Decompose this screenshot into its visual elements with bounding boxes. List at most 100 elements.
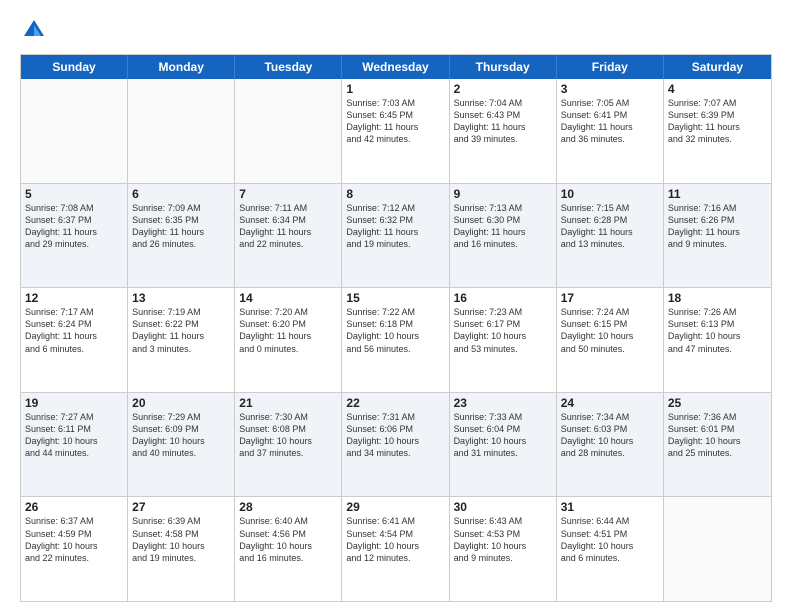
day-cell-14: 14Sunrise: 7:20 AM Sunset: 6:20 PM Dayli… xyxy=(235,288,342,392)
day-info: Sunrise: 7:36 AM Sunset: 6:01 PM Dayligh… xyxy=(668,411,767,460)
day-cell-6: 6Sunrise: 7:09 AM Sunset: 6:35 PM Daylig… xyxy=(128,184,235,288)
empty-cell-0-2 xyxy=(235,79,342,183)
day-cell-25: 25Sunrise: 7:36 AM Sunset: 6:01 PM Dayli… xyxy=(664,393,771,497)
header-day-thursday: Thursday xyxy=(450,55,557,79)
day-number: 22 xyxy=(346,396,444,410)
day-info: Sunrise: 6:41 AM Sunset: 4:54 PM Dayligh… xyxy=(346,515,444,564)
day-number: 2 xyxy=(454,82,552,96)
day-number: 14 xyxy=(239,291,337,305)
header-day-wednesday: Wednesday xyxy=(342,55,449,79)
day-info: Sunrise: 7:04 AM Sunset: 6:43 PM Dayligh… xyxy=(454,97,552,146)
day-info: Sunrise: 7:05 AM Sunset: 6:41 PM Dayligh… xyxy=(561,97,659,146)
day-cell-13: 13Sunrise: 7:19 AM Sunset: 6:22 PM Dayli… xyxy=(128,288,235,392)
day-cell-1: 1Sunrise: 7:03 AM Sunset: 6:45 PM Daylig… xyxy=(342,79,449,183)
day-cell-11: 11Sunrise: 7:16 AM Sunset: 6:26 PM Dayli… xyxy=(664,184,771,288)
calendar-row-3: 19Sunrise: 7:27 AM Sunset: 6:11 PM Dayli… xyxy=(21,392,771,497)
day-number: 15 xyxy=(346,291,444,305)
calendar-row-0: 1Sunrise: 7:03 AM Sunset: 6:45 PM Daylig… xyxy=(21,79,771,183)
day-cell-4: 4Sunrise: 7:07 AM Sunset: 6:39 PM Daylig… xyxy=(664,79,771,183)
day-cell-26: 26Sunrise: 6:37 AM Sunset: 4:59 PM Dayli… xyxy=(21,497,128,601)
header-day-tuesday: Tuesday xyxy=(235,55,342,79)
day-info: Sunrise: 7:27 AM Sunset: 6:11 PM Dayligh… xyxy=(25,411,123,460)
day-info: Sunrise: 7:07 AM Sunset: 6:39 PM Dayligh… xyxy=(668,97,767,146)
day-number: 24 xyxy=(561,396,659,410)
empty-cell-4-6 xyxy=(664,497,771,601)
day-number: 28 xyxy=(239,500,337,514)
day-cell-10: 10Sunrise: 7:15 AM Sunset: 6:28 PM Dayli… xyxy=(557,184,664,288)
day-info: Sunrise: 6:43 AM Sunset: 4:53 PM Dayligh… xyxy=(454,515,552,564)
day-cell-24: 24Sunrise: 7:34 AM Sunset: 6:03 PM Dayli… xyxy=(557,393,664,497)
day-number: 25 xyxy=(668,396,767,410)
logo xyxy=(20,16,52,44)
header-day-sunday: Sunday xyxy=(21,55,128,79)
day-cell-7: 7Sunrise: 7:11 AM Sunset: 6:34 PM Daylig… xyxy=(235,184,342,288)
day-number: 23 xyxy=(454,396,552,410)
day-cell-18: 18Sunrise: 7:26 AM Sunset: 6:13 PM Dayli… xyxy=(664,288,771,392)
day-info: Sunrise: 7:12 AM Sunset: 6:32 PM Dayligh… xyxy=(346,202,444,251)
day-cell-31: 31Sunrise: 6:44 AM Sunset: 4:51 PM Dayli… xyxy=(557,497,664,601)
calendar-row-2: 12Sunrise: 7:17 AM Sunset: 6:24 PM Dayli… xyxy=(21,287,771,392)
day-info: Sunrise: 7:15 AM Sunset: 6:28 PM Dayligh… xyxy=(561,202,659,251)
header-day-monday: Monday xyxy=(128,55,235,79)
day-cell-20: 20Sunrise: 7:29 AM Sunset: 6:09 PM Dayli… xyxy=(128,393,235,497)
day-info: Sunrise: 7:24 AM Sunset: 6:15 PM Dayligh… xyxy=(561,306,659,355)
day-info: Sunrise: 7:17 AM Sunset: 6:24 PM Dayligh… xyxy=(25,306,123,355)
day-info: Sunrise: 7:09 AM Sunset: 6:35 PM Dayligh… xyxy=(132,202,230,251)
header xyxy=(20,16,772,44)
day-cell-15: 15Sunrise: 7:22 AM Sunset: 6:18 PM Dayli… xyxy=(342,288,449,392)
header-day-friday: Friday xyxy=(557,55,664,79)
day-number: 3 xyxy=(561,82,659,96)
day-cell-16: 16Sunrise: 7:23 AM Sunset: 6:17 PM Dayli… xyxy=(450,288,557,392)
day-cell-12: 12Sunrise: 7:17 AM Sunset: 6:24 PM Dayli… xyxy=(21,288,128,392)
day-number: 21 xyxy=(239,396,337,410)
day-info: Sunrise: 7:29 AM Sunset: 6:09 PM Dayligh… xyxy=(132,411,230,460)
day-info: Sunrise: 7:34 AM Sunset: 6:03 PM Dayligh… xyxy=(561,411,659,460)
page: SundayMondayTuesdayWednesdayThursdayFrid… xyxy=(0,0,792,612)
day-cell-27: 27Sunrise: 6:39 AM Sunset: 4:58 PM Dayli… xyxy=(128,497,235,601)
day-cell-3: 3Sunrise: 7:05 AM Sunset: 6:41 PM Daylig… xyxy=(557,79,664,183)
day-info: Sunrise: 6:37 AM Sunset: 4:59 PM Dayligh… xyxy=(25,515,123,564)
day-cell-5: 5Sunrise: 7:08 AM Sunset: 6:37 PM Daylig… xyxy=(21,184,128,288)
day-number: 17 xyxy=(561,291,659,305)
day-number: 31 xyxy=(561,500,659,514)
day-number: 11 xyxy=(668,187,767,201)
logo-icon xyxy=(20,16,48,44)
day-info: Sunrise: 7:13 AM Sunset: 6:30 PM Dayligh… xyxy=(454,202,552,251)
day-info: Sunrise: 7:26 AM Sunset: 6:13 PM Dayligh… xyxy=(668,306,767,355)
day-number: 27 xyxy=(132,500,230,514)
day-info: Sunrise: 6:39 AM Sunset: 4:58 PM Dayligh… xyxy=(132,515,230,564)
day-cell-30: 30Sunrise: 6:43 AM Sunset: 4:53 PM Dayli… xyxy=(450,497,557,601)
day-info: Sunrise: 7:08 AM Sunset: 6:37 PM Dayligh… xyxy=(25,202,123,251)
day-cell-19: 19Sunrise: 7:27 AM Sunset: 6:11 PM Dayli… xyxy=(21,393,128,497)
day-number: 30 xyxy=(454,500,552,514)
day-number: 13 xyxy=(132,291,230,305)
day-number: 6 xyxy=(132,187,230,201)
day-info: Sunrise: 7:11 AM Sunset: 6:34 PM Dayligh… xyxy=(239,202,337,251)
day-info: Sunrise: 7:33 AM Sunset: 6:04 PM Dayligh… xyxy=(454,411,552,460)
day-number: 19 xyxy=(25,396,123,410)
day-number: 9 xyxy=(454,187,552,201)
calendar-body: 1Sunrise: 7:03 AM Sunset: 6:45 PM Daylig… xyxy=(21,79,771,601)
day-info: Sunrise: 7:16 AM Sunset: 6:26 PM Dayligh… xyxy=(668,202,767,251)
day-number: 20 xyxy=(132,396,230,410)
empty-cell-0-1 xyxy=(128,79,235,183)
day-number: 12 xyxy=(25,291,123,305)
day-number: 10 xyxy=(561,187,659,201)
day-number: 1 xyxy=(346,82,444,96)
empty-cell-0-0 xyxy=(21,79,128,183)
day-info: Sunrise: 7:30 AM Sunset: 6:08 PM Dayligh… xyxy=(239,411,337,460)
calendar: SundayMondayTuesdayWednesdayThursdayFrid… xyxy=(20,54,772,602)
day-info: Sunrise: 7:19 AM Sunset: 6:22 PM Dayligh… xyxy=(132,306,230,355)
day-info: Sunrise: 7:20 AM Sunset: 6:20 PM Dayligh… xyxy=(239,306,337,355)
calendar-row-1: 5Sunrise: 7:08 AM Sunset: 6:37 PM Daylig… xyxy=(21,183,771,288)
calendar-row-4: 26Sunrise: 6:37 AM Sunset: 4:59 PM Dayli… xyxy=(21,496,771,601)
day-cell-9: 9Sunrise: 7:13 AM Sunset: 6:30 PM Daylig… xyxy=(450,184,557,288)
day-number: 7 xyxy=(239,187,337,201)
day-info: Sunrise: 7:22 AM Sunset: 6:18 PM Dayligh… xyxy=(346,306,444,355)
calendar-header: SundayMondayTuesdayWednesdayThursdayFrid… xyxy=(21,55,771,79)
day-cell-21: 21Sunrise: 7:30 AM Sunset: 6:08 PM Dayli… xyxy=(235,393,342,497)
day-info: Sunrise: 7:03 AM Sunset: 6:45 PM Dayligh… xyxy=(346,97,444,146)
day-info: Sunrise: 6:44 AM Sunset: 4:51 PM Dayligh… xyxy=(561,515,659,564)
day-number: 29 xyxy=(346,500,444,514)
day-number: 26 xyxy=(25,500,123,514)
